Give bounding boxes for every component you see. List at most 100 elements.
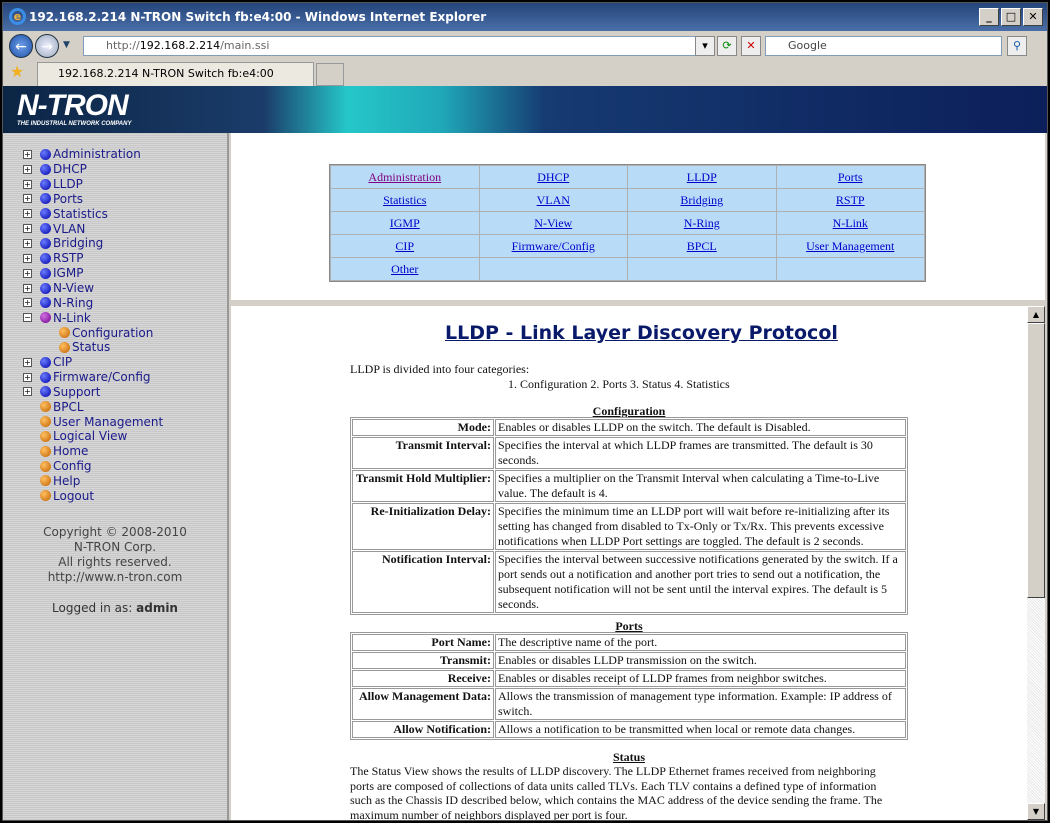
menu-link-igmp[interactable]: IGMP xyxy=(390,216,420,230)
folder-bullet-icon xyxy=(40,356,51,368)
sidebar-item-support[interactable]: + Support xyxy=(23,385,227,400)
menu-link-user-management[interactable]: User Management xyxy=(806,239,894,253)
table-row: Receive: Enables or disables receipt of L… xyxy=(352,670,906,687)
expand-icon[interactable]: + xyxy=(23,194,32,204)
field-description: The descriptive name of the port. xyxy=(495,634,906,651)
sidebar-item-user-management[interactable]: User Management xyxy=(23,414,227,429)
menu-link-bridging[interactable]: Bridging xyxy=(680,193,723,207)
field-description: Enables or disables LLDP transmission on… xyxy=(495,652,906,669)
field-description: Allows the transmission of management ty… xyxy=(495,688,906,720)
sidebar-item-logical-view[interactable]: Logical View xyxy=(23,429,227,444)
menu-link-rstp[interactable]: RSTP xyxy=(836,193,865,207)
menu-link-lldp[interactable]: LLDP xyxy=(687,170,717,184)
website-link[interactable]: http://www.n-tron.com xyxy=(3,570,227,585)
title-bar: e 192.168.2.214 N-TRON Switch fb:e4:00 -… xyxy=(3,3,1047,31)
menu-cell: BPCL xyxy=(628,235,776,257)
table-row: Re-Initialization Delay: Specifies the mi… xyxy=(352,503,906,550)
menu-cell xyxy=(479,258,627,280)
menu-link-firmware-config[interactable]: Firmware/Config xyxy=(512,239,595,253)
sidebar-item-home[interactable]: Home xyxy=(23,444,227,459)
close-button[interactable]: ✕ xyxy=(1023,8,1043,26)
page-bullet-icon xyxy=(59,327,70,339)
table-row: Allow Management Data: Allows the transmi… xyxy=(352,688,906,720)
new-tab-button[interactable] xyxy=(316,63,344,86)
scroll-up-arrow[interactable]: ▲ xyxy=(1027,306,1045,323)
sidebar-item-n-link[interactable]: − N-Link xyxy=(23,310,227,325)
favorites-star-icon[interactable]: ★ xyxy=(10,62,24,81)
expand-icon[interactable]: + xyxy=(23,298,32,308)
configuration-table: Mode: Enables or disables LLDP on the swi… xyxy=(350,417,908,615)
forward-button[interactable]: → xyxy=(35,34,59,58)
expand-icon[interactable]: + xyxy=(23,224,32,234)
expand-icon[interactable]: + xyxy=(23,357,32,367)
sidebar-item-lldp[interactable]: + LLDP xyxy=(23,177,227,192)
sidebar-item-n-view[interactable]: + N-View xyxy=(23,281,227,296)
sidebar-item-firmware-config[interactable]: + Firmware/Config xyxy=(23,370,227,385)
expand-icon[interactable]: + xyxy=(23,149,32,159)
address-bar[interactable]: http://192.168.2.214/main.ssi xyxy=(83,36,711,56)
stop-icon[interactable]: ✕ xyxy=(741,36,761,56)
sidebar-item-configuration-child[interactable]: Configuration xyxy=(23,325,227,340)
search-input[interactable]: Google xyxy=(765,36,1002,56)
menu-cell: Administration xyxy=(331,166,479,188)
field-description: Enables or disables receipt of LLDP fram… xyxy=(495,670,906,687)
browser-tab[interactable]: 192.168.2.214 N-TRON Switch fb:e4:00 xyxy=(37,62,314,86)
menu-link-bpcl[interactable]: BPCL xyxy=(687,239,717,253)
sidebar-item-statistics[interactable]: + Statistics xyxy=(23,206,227,221)
sidebar-item-status-child[interactable]: Status xyxy=(23,340,227,355)
menu-link-n-ring[interactable]: N-Ring xyxy=(684,216,720,230)
expand-icon[interactable]: + xyxy=(23,268,32,278)
field-description: Allows a notification to be transmitted … xyxy=(495,721,906,738)
logged-in-status: Logged in as: admin xyxy=(52,601,178,616)
menu-link-statistics[interactable]: Statistics xyxy=(383,193,426,207)
expand-icon[interactable]: + xyxy=(23,164,32,174)
expand-icon[interactable]: + xyxy=(23,253,32,263)
field-name: Allow Notification: xyxy=(352,721,494,738)
vertical-scrollbar[interactable]: ▲ ▼ xyxy=(1027,306,1045,820)
expand-icon[interactable]: + xyxy=(23,283,32,293)
folder-bullet-icon xyxy=(40,252,51,264)
sidebar-item-logout[interactable]: Logout xyxy=(23,488,227,503)
sidebar-item-dhcp[interactable]: + DHCP xyxy=(23,162,227,177)
expand-icon[interactable]: + xyxy=(23,372,32,382)
table-row: Transmit Interval: Specifies the interval… xyxy=(352,437,906,469)
menu-link-n-view[interactable]: N-View xyxy=(534,216,572,230)
page-bullet-icon xyxy=(40,475,51,487)
sidebar-item-igmp[interactable]: + IGMP xyxy=(23,266,227,281)
menu-link-cip[interactable]: CIP xyxy=(395,239,414,253)
scroll-thumb[interactable] xyxy=(1027,323,1045,598)
menu-link-vlan[interactable]: VLAN xyxy=(537,193,570,207)
back-button[interactable]: ← xyxy=(9,34,33,58)
scroll-down-arrow[interactable]: ▼ xyxy=(1027,803,1045,820)
refresh-icon[interactable]: ⟳ xyxy=(717,36,737,56)
menu-link-dhcp[interactable]: DHCP xyxy=(537,170,569,184)
menu-link-other[interactable]: Other xyxy=(391,262,418,276)
sidebar-item-vlan[interactable]: + VLAN xyxy=(23,221,227,236)
expand-icon[interactable]: + xyxy=(23,209,32,219)
menu-cell xyxy=(628,258,776,280)
menu-link-administration[interactable]: Administration xyxy=(368,170,441,184)
sidebar-item-rstp[interactable]: + RSTP xyxy=(23,251,227,266)
collapse-icon[interactable]: − xyxy=(23,313,32,323)
search-icon[interactable]: ⚲ xyxy=(1007,36,1027,56)
sidebar-item-n-ring[interactable]: + N-Ring xyxy=(23,295,227,310)
menu-row: Statistics VLAN Bridging RSTP xyxy=(331,189,924,211)
maximize-button[interactable]: □ xyxy=(1001,8,1021,26)
sidebar-item-cip[interactable]: + CIP xyxy=(23,355,227,370)
sidebar-item-bpcl[interactable]: BPCL xyxy=(23,399,227,414)
expand-icon[interactable]: + xyxy=(23,238,32,248)
address-dropdown-icon[interactable]: ▾ xyxy=(695,36,715,56)
folder-bullet-icon xyxy=(40,163,51,175)
history-dropdown-icon[interactable]: ▼ xyxy=(63,40,70,50)
sidebar-item-help[interactable]: Help xyxy=(23,474,227,489)
sidebar-item-bridging[interactable]: + Bridging xyxy=(23,236,227,251)
minimize-button[interactable]: _ xyxy=(979,8,999,26)
menu-link-ports[interactable]: Ports xyxy=(838,170,863,184)
sidebar-item-ports[interactable]: + Ports xyxy=(23,192,227,207)
sidebar-item-config[interactable]: Config xyxy=(23,459,227,474)
sidebar-item-administration[interactable]: + Administration xyxy=(23,147,227,162)
field-name: Mode: xyxy=(352,419,494,436)
menu-link-n-link[interactable]: N-Link xyxy=(833,216,868,230)
expand-icon[interactable]: + xyxy=(23,179,32,189)
expand-icon[interactable]: + xyxy=(23,387,32,397)
